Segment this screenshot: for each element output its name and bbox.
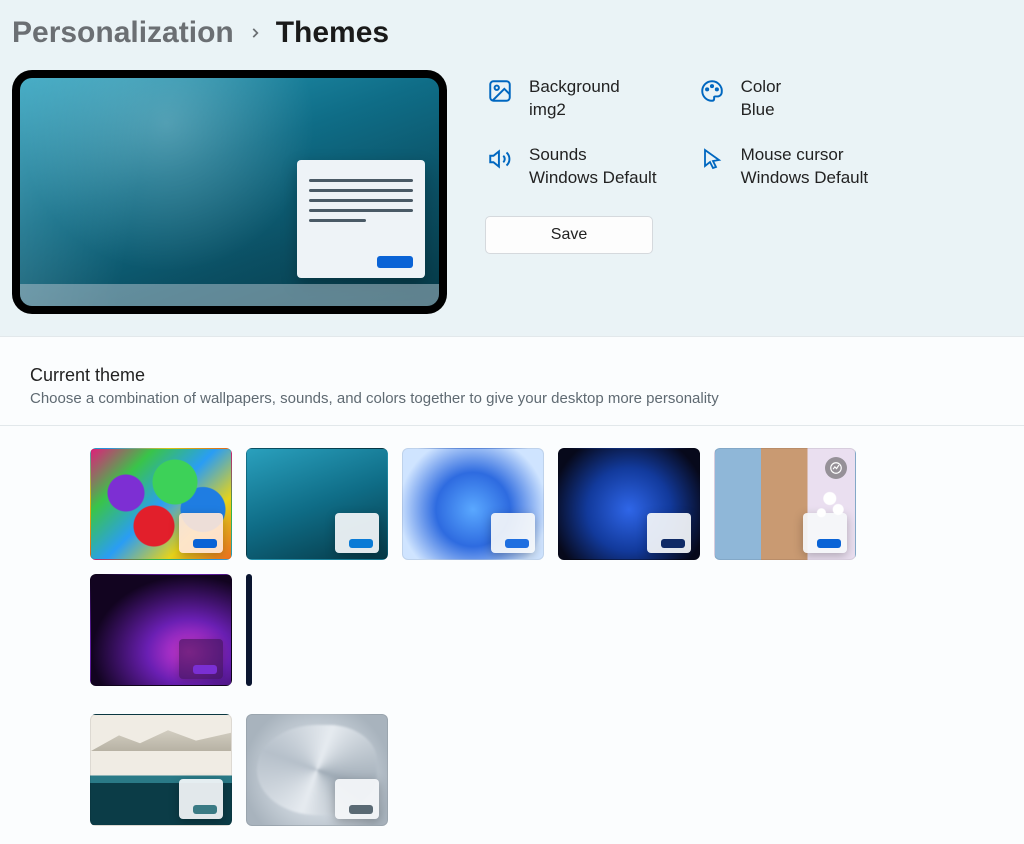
theme-thumbnail[interactable] [90, 448, 232, 560]
cursor-value: Windows Default [741, 167, 869, 190]
theme-thumbnail[interactable] [402, 448, 544, 560]
theme-accent-badge [647, 513, 691, 553]
cursor-label: Mouse cursor [741, 144, 869, 167]
theme-thumbnail[interactable] [246, 448, 388, 560]
current-theme-section-header: Current theme Choose a combination of wa… [0, 336, 1024, 426]
spotlight-icon [825, 457, 847, 479]
preview-sample-window [297, 160, 425, 278]
color-property[interactable]: Color Blue [697, 76, 869, 122]
theme-accent-badge [179, 779, 223, 819]
theme-thumbnail[interactable] [558, 448, 700, 560]
theme-accent-badge [491, 513, 535, 553]
color-label: Color [741, 76, 782, 99]
theme-thumbnail[interactable] [246, 714, 388, 826]
preview-taskbar [20, 284, 439, 306]
breadcrumb: Personalization Themes [0, 0, 1024, 60]
theme-accent-badge [803, 513, 847, 553]
theme-accent-badge [335, 513, 379, 553]
sounds-value: Windows Default [529, 167, 657, 190]
background-property[interactable]: Background img2 [485, 76, 657, 122]
background-value: img2 [529, 99, 620, 122]
theme-preview-screen [20, 78, 439, 306]
chevron-right-icon [248, 20, 262, 46]
color-value: Blue [741, 99, 782, 122]
breadcrumb-parent[interactable]: Personalization [12, 16, 234, 50]
background-label: Background [529, 76, 620, 99]
theme-properties-grid: Background img2 Color Blue [485, 70, 868, 254]
current-theme-title: Current theme [30, 365, 994, 386]
theme-preview-monitor [12, 70, 447, 314]
theme-thumbnail[interactable] [90, 574, 232, 686]
theme-thumbnail-partial[interactable] [246, 574, 252, 686]
image-icon [485, 76, 515, 106]
sounds-label: Sounds [529, 144, 657, 167]
sound-icon [485, 144, 515, 174]
palette-icon [697, 76, 727, 106]
theme-accent-badge [179, 639, 223, 679]
sounds-property[interactable]: Sounds Windows Default [485, 144, 657, 190]
theme-accent-badge [335, 779, 379, 819]
theme-thumbnail[interactable] [90, 714, 232, 826]
cursor-icon [697, 144, 727, 174]
save-button[interactable]: Save [485, 216, 653, 254]
theme-hero-row: Background img2 Color Blue [0, 60, 1024, 336]
current-theme-subtitle: Choose a combination of wallpapers, soun… [30, 390, 994, 407]
theme-thumbnail[interactable] [714, 448, 856, 560]
theme-thumbnails-grid [0, 426, 1024, 844]
breadcrumb-current: Themes [276, 16, 389, 50]
mouse-cursor-property[interactable]: Mouse cursor Windows Default [697, 144, 869, 190]
theme-accent-badge [179, 513, 223, 553]
